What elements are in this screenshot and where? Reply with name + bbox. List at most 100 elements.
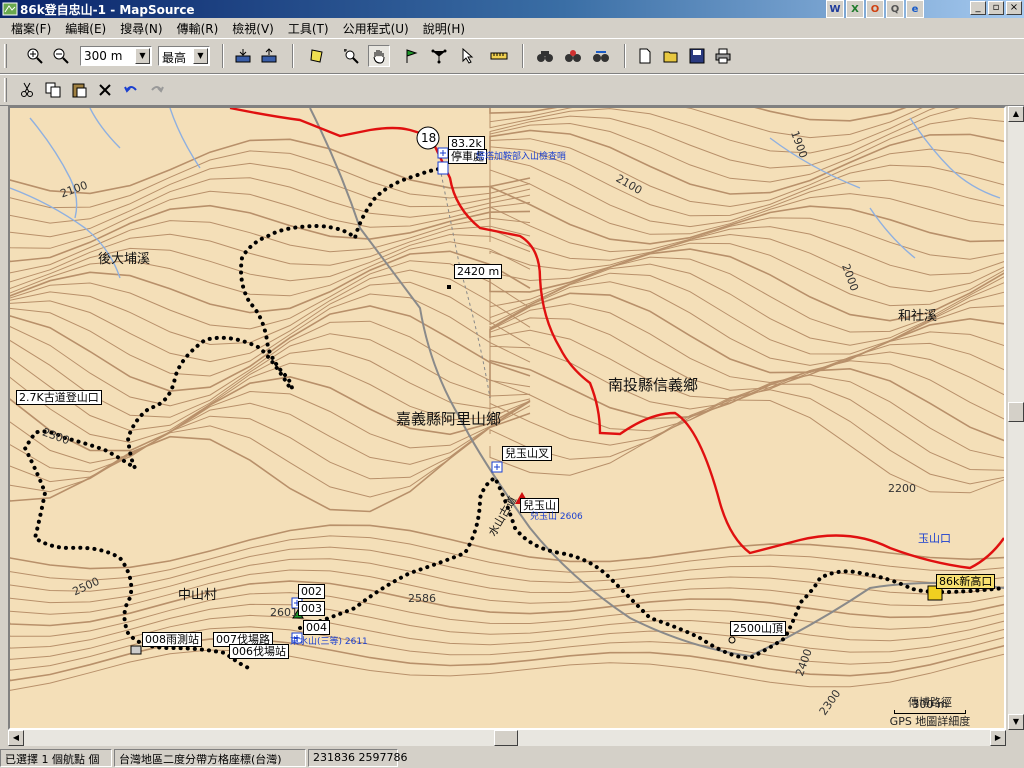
zoom-tool-icon[interactable]: [340, 45, 362, 67]
place-label: 玉山口: [918, 532, 951, 545]
toolbar-grip[interactable]: [4, 44, 7, 68]
select-map-icon[interactable]: [306, 45, 328, 67]
place-label: 中山村: [178, 588, 218, 603]
waypoint-tool-icon[interactable]: [400, 45, 422, 67]
zoom-in-icon[interactable]: [24, 45, 46, 67]
weather-station-icon[interactable]: [130, 645, 142, 655]
menu-search[interactable]: 搜尋(N): [113, 20, 169, 37]
scroll-thumb[interactable]: [1008, 402, 1024, 422]
waypoint-label[interactable]: 2.7K古道登山口: [16, 390, 102, 405]
search-shortcut-icon[interactable]: Q: [886, 0, 904, 18]
scale-text: 300 m: [912, 698, 948, 711]
cut-icon[interactable]: [16, 79, 38, 101]
window-title: 86k登自忠山-1 - MapSource: [20, 3, 195, 17]
map-view[interactable]: 嘉義縣阿里山鄉 南投縣信義鄉 後大埔溪 和社溪 中山村 玉山口 2100 210…: [8, 106, 1006, 730]
menu-help[interactable]: 說明(H): [416, 20, 472, 37]
waypoint-label[interactable]: 兒玉山 2606: [530, 509, 583, 522]
status-selection: 已選擇 1 個航點 個: [0, 749, 112, 767]
excel-icon[interactable]: X: [846, 0, 864, 18]
scroll-down-icon[interactable]: ▼: [1008, 714, 1024, 730]
menu-transfer[interactable]: 傳輸(R): [170, 20, 226, 37]
hand-tool-icon[interactable]: [368, 45, 390, 67]
title-bar: 86k登自忠山-1 - MapSource W X O Q e _ ▫ ×: [0, 0, 1024, 18]
waypoint-label[interactable]: 2420 m: [454, 264, 503, 279]
close-button[interactable]: ×: [1006, 1, 1022, 15]
waypoint-label[interactable]: 008雨測站: [142, 632, 202, 647]
area-label: 嘉義縣阿里山鄉: [396, 410, 502, 428]
detail-level-select[interactable]: 最高 ▼: [158, 46, 210, 66]
menu-edit[interactable]: 編輯(E): [58, 20, 113, 37]
menu-tools[interactable]: 工具(T): [281, 20, 336, 37]
toolbar-separator: [624, 44, 626, 68]
place-label: 後大埔溪: [98, 252, 151, 267]
detail-level-value: 最高: [162, 51, 187, 65]
zoom-out-icon[interactable]: [50, 45, 72, 67]
app-icon: [2, 2, 18, 16]
word-icon[interactable]: W: [826, 0, 844, 18]
spot-elevation-icon: [447, 285, 451, 289]
waypoint-label[interactable]: 004: [303, 620, 330, 635]
pointer-tool-icon[interactable]: [456, 45, 478, 67]
detail-caption: GPS 地圖詳細度: [889, 715, 971, 728]
internet-explorer-icon[interactable]: e: [906, 0, 924, 18]
zoom-scale-select[interactable]: 300 m ▼: [80, 46, 152, 66]
delete-icon[interactable]: [94, 79, 116, 101]
waypoint-label[interactable]: 002: [298, 584, 325, 599]
paste-icon[interactable]: [68, 79, 90, 101]
waypoint-label[interactable]: 塔塔加鞍部入山檢查哨: [476, 149, 566, 162]
receive-from-device-icon[interactable]: [232, 45, 254, 67]
chevron-down-icon: ▼: [135, 48, 150, 64]
parking-icon[interactable]: [437, 161, 449, 175]
place-label: 和社溪: [898, 309, 938, 324]
toolbar-separator: [522, 44, 524, 68]
print-icon[interactable]: [712, 45, 734, 67]
send-to-device-icon[interactable]: [258, 45, 280, 67]
window-controls: _ ▫ ×: [970, 1, 1022, 15]
measure-tool-icon[interactable]: [488, 45, 510, 67]
find-nearest-icon[interactable]: [562, 45, 584, 67]
find-icon[interactable]: [534, 45, 556, 67]
undo-icon[interactable]: [120, 79, 142, 101]
route-tool-icon[interactable]: [428, 45, 450, 67]
taskbar-shortcuts: W X O Q e: [826, 0, 924, 18]
menu-file[interactable]: 檔案(F): [4, 20, 58, 37]
main-toolbar: 300 m ▼ 最高 ▼: [0, 38, 1024, 74]
contour-label: 2586: [408, 592, 436, 605]
contour-label: 2601: [270, 606, 298, 619]
menu-bar: 檔案(F) 編輯(E) 搜尋(N) 傳輸(R) 檢視(V) 工具(T) 公用程式…: [0, 18, 1024, 38]
waypoint-label[interactable]: 兒玉山叉: [502, 446, 552, 461]
scroll-left-icon[interactable]: ◀: [8, 730, 24, 746]
status-grid-system: 台灣地區二度分帶方格座標(台灣): [114, 749, 306, 767]
toolbar-separator: [292, 44, 294, 68]
waypoint-label[interactable]: 006伐場站: [229, 644, 289, 659]
redo-icon[interactable]: [146, 79, 168, 101]
route-number: 18: [421, 131, 437, 145]
restore-button[interactable]: ▫: [988, 1, 1004, 15]
copy-icon[interactable]: [42, 79, 64, 101]
waypoint-label[interactable]: 003: [298, 601, 325, 616]
minimize-button[interactable]: _: [970, 1, 986, 15]
menu-view[interactable]: 檢視(V): [225, 20, 281, 37]
scroll-thumb[interactable]: [494, 730, 518, 746]
save-file-icon[interactable]: [686, 45, 708, 67]
scroll-right-icon[interactable]: ▶: [990, 730, 1006, 746]
status-coordinates: 231836 2597786: [308, 749, 407, 767]
chevron-down-icon: ▼: [193, 48, 208, 64]
waypoint-label[interactable]: 東水山(三等) 2611: [290, 634, 368, 647]
find-places-icon[interactable]: [590, 45, 612, 67]
office-icon[interactable]: O: [866, 0, 884, 18]
waypoint-label[interactable]: 86k新高口: [936, 574, 996, 589]
horizontal-scrollbar[interactable]: ◀ ▶: [8, 730, 1006, 746]
edit-toolbar: [0, 74, 1024, 106]
waypoint-label[interactable]: 2500山頂: [730, 621, 786, 636]
new-file-icon[interactable]: [634, 45, 656, 67]
scroll-up-icon[interactable]: ▲: [1008, 106, 1024, 122]
open-file-icon[interactable]: [660, 45, 682, 67]
scale-bar: 傳博路徑 300 m GPS 地圖詳細度: [880, 694, 980, 728]
menu-utilities[interactable]: 公用程式(U): [336, 20, 416, 37]
zoom-scale-value: 300 m: [84, 49, 123, 63]
toolbar-separator: [222, 44, 224, 68]
contour-label: 2200: [888, 482, 916, 495]
toolbar-grip[interactable]: [4, 78, 7, 102]
vertical-scrollbar[interactable]: ▲ ▼: [1008, 106, 1024, 730]
